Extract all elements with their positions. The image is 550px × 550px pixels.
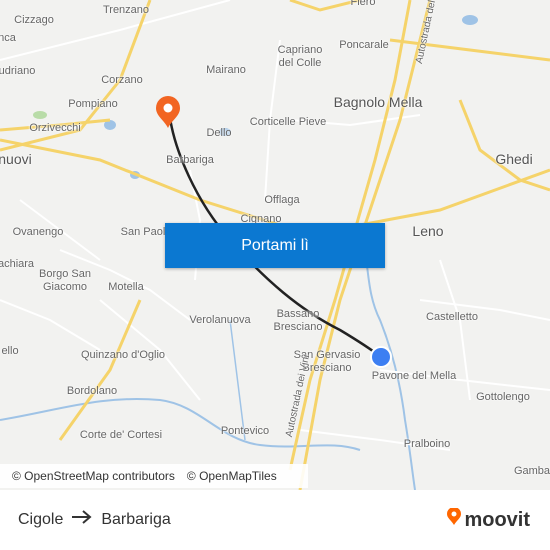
- place-label: Gamba: [513, 465, 550, 477]
- place-label: Trenzano: [102, 4, 150, 16]
- place-label: Dello: [206, 127, 232, 139]
- place-label: Borgo San Giacomo: [39, 268, 91, 293]
- place-label: Castelletto: [426, 311, 478, 323]
- river: [0, 398, 361, 451]
- place-label: Bordolano: [66, 385, 118, 397]
- place-label: Cizzago: [14, 14, 54, 26]
- arrow-right-icon: [71, 510, 93, 529]
- origin-label: Cigole: [18, 510, 64, 528]
- place-label: Bagnolo Mella: [333, 94, 423, 110]
- moovit-pin-icon: [446, 507, 462, 532]
- place-label: Ovanengo: [12, 226, 64, 238]
- place-label: Offlaga: [264, 194, 300, 206]
- place-label: Corzano: [101, 74, 143, 86]
- route-summary: Cigole Barbariga: [18, 510, 171, 529]
- river: [229, 319, 246, 441]
- lake: [462, 15, 478, 25]
- place-label: Pontevico: [220, 425, 270, 437]
- origin-marker: [370, 346, 392, 368]
- place-label: Pralboino: [403, 438, 451, 450]
- place-label: Orzivecchi: [29, 122, 81, 134]
- portami-li-button[interactable]: Portami lì: [165, 223, 385, 268]
- place-label: Verolanuova: [189, 314, 251, 326]
- place-label: nuovi: [0, 151, 32, 167]
- place-label: nca: [0, 32, 16, 44]
- place-label: achiara: [0, 258, 35, 270]
- place-label: Flero: [350, 0, 376, 8]
- place-label: Capriano del Colle: [277, 44, 323, 69]
- place-label: Quinzano d'Oglio: [80, 349, 166, 361]
- place-label: Corticelle Pieve: [249, 116, 327, 128]
- place-label: Bassano Bresciano: [273, 308, 323, 333]
- place-label: udriano: [0, 65, 36, 77]
- place-label: Corte de' Cortesi: [79, 429, 163, 441]
- place-label: Mairano: [206, 64, 246, 76]
- place-label: Gottolengo: [476, 391, 530, 403]
- place-label: San Paolo: [120, 226, 172, 238]
- place-label: Pavone del Mella: [371, 370, 457, 382]
- park: [33, 111, 47, 119]
- place-label: ello: [1, 345, 19, 357]
- openmaptiles-attribution-link[interactable]: © OpenMapTiles: [187, 469, 277, 483]
- map-view[interactable]: Trenzano Cizzago nca udriano Corzano Mai…: [0, 0, 550, 490]
- place-label: Pompiano: [68, 98, 118, 110]
- destination-marker: [156, 96, 180, 128]
- place-label: Poncarale: [339, 39, 389, 51]
- map-attribution: © OpenStreetMap contributors © OpenMapTi…: [0, 464, 308, 488]
- moovit-logo: moovit: [446, 507, 530, 532]
- osm-attribution-link[interactable]: © OpenStreetMap contributors: [12, 469, 175, 483]
- destination-label: Barbariga: [101, 510, 171, 528]
- place-label: Leno: [412, 223, 444, 239]
- place-label: Ghedi: [495, 151, 533, 167]
- brand-name: moovit: [464, 508, 530, 531]
- place-label: Motella: [108, 281, 144, 293]
- place-label: Barbariga: [166, 154, 214, 166]
